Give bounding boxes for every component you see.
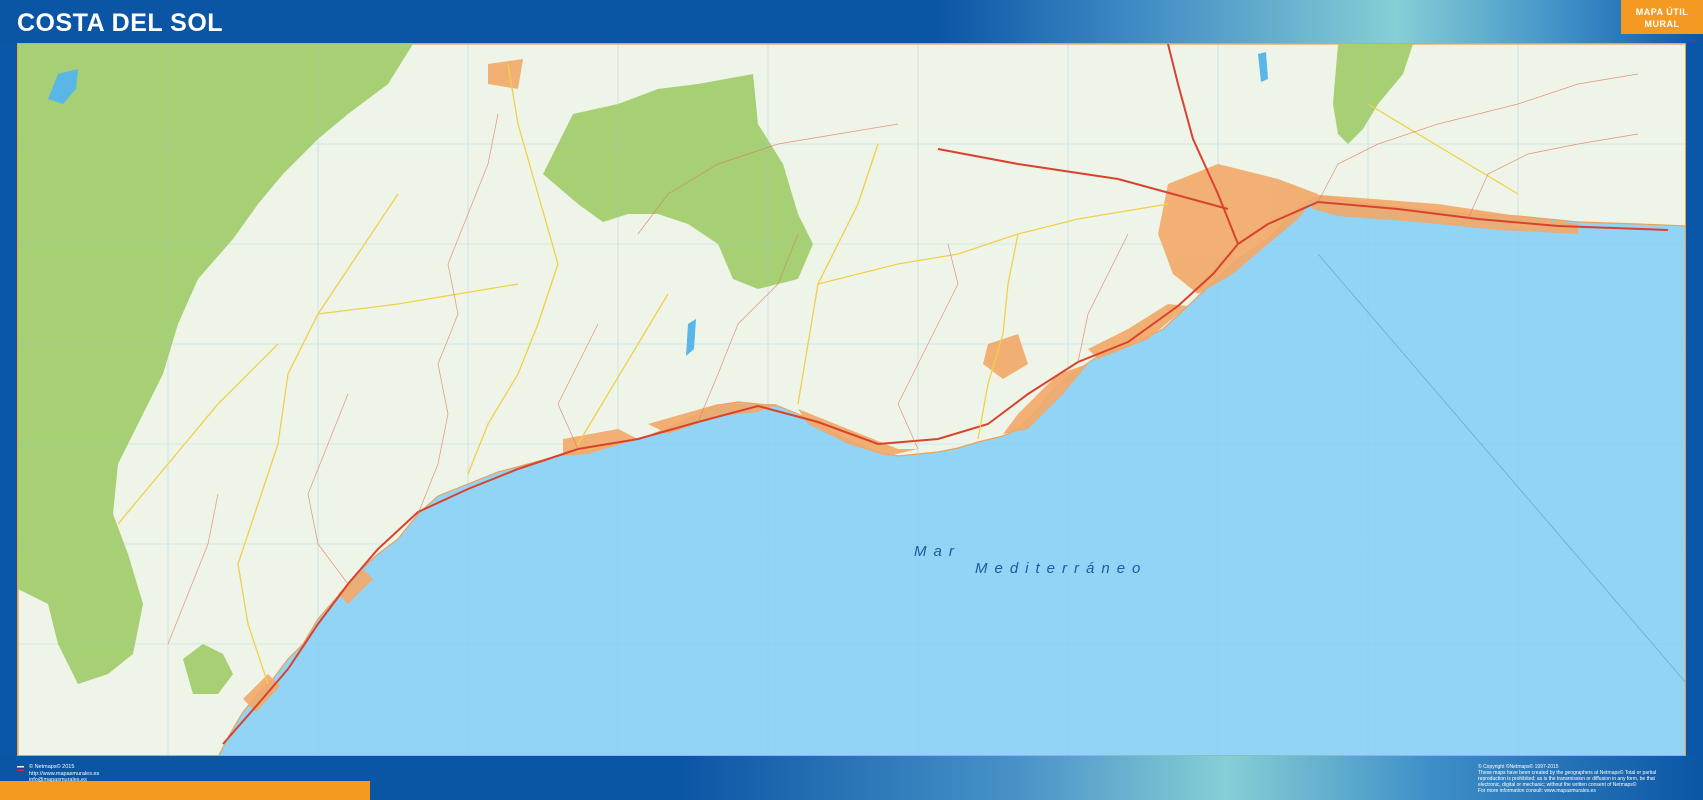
sea-label-mediterraneo: Mediterráneo — [975, 560, 1148, 577]
map-title: COSTA DEL SOL — [17, 9, 224, 37]
copyright-notice: © Copyright ©Netmaps© 1997-2015 These ma… — [1478, 764, 1678, 794]
sea-label-mar: Mar — [914, 543, 961, 560]
copyright-line: For more information consult: www.mapasm… — [1478, 788, 1596, 794]
contact-info: © Netmaps© 2015 http://www.mapasmurales.… — [29, 764, 99, 784]
brand-badge-line-2: MURAL — [1644, 19, 1680, 29]
spain-flag-icon — [17, 766, 24, 771]
brand-badge[interactable]: MAPA ÚTIL MURAL — [1621, 0, 1703, 34]
title-bar: COSTA DEL SOL MAPA ÚTIL MURAL — [0, 0, 1703, 43]
map-graphic — [18, 44, 1685, 755]
footer-accent-bar — [0, 781, 370, 800]
map-canvas[interactable]: Mar Mediterráneo — [17, 43, 1686, 756]
contact-email-link[interactable]: info@mapasmurales.es — [29, 777, 99, 784]
brand-badge-line-1: MAPA ÚTIL — [1635, 7, 1689, 17]
